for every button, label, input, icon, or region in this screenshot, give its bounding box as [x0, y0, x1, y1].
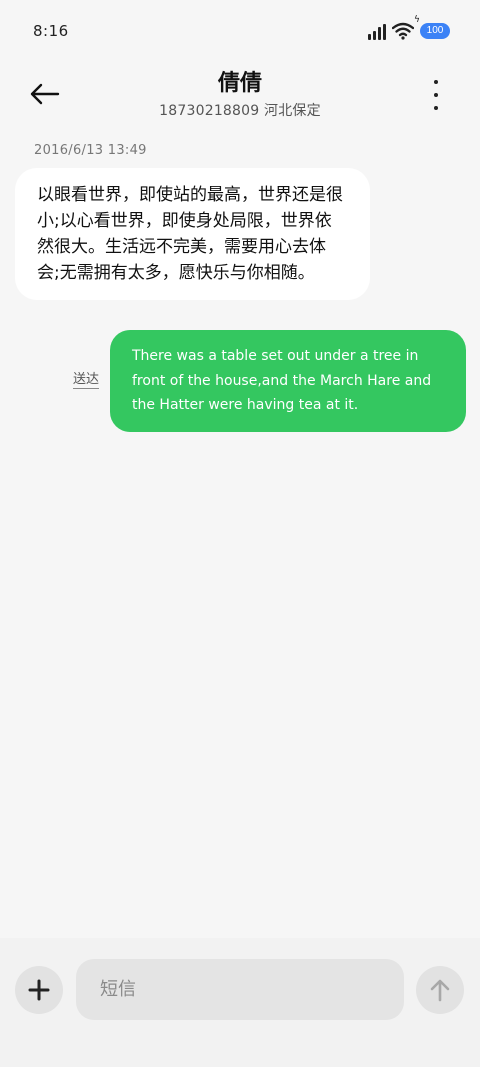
back-button[interactable] [28, 76, 68, 112]
status-time: 8:16 [33, 22, 69, 40]
outgoing-message-bubble[interactable]: There was a table set out under a tree i… [110, 330, 466, 432]
signal-icon [368, 22, 386, 40]
message-timestamp: 2016/6/13 13:49 [34, 143, 147, 158]
more-vertical-icon [434, 80, 438, 84]
sms-input[interactable]: 短信 [76, 959, 404, 1020]
compose-bar: 短信 [0, 938, 480, 1067]
status-icons: ϟ 100 [368, 15, 450, 40]
battery-icon: ϟ 100 [414, 15, 450, 39]
back-arrow-icon [30, 83, 60, 105]
plus-icon [28, 979, 50, 1001]
contact-name: 倩倩 [217, 71, 262, 96]
battery-level: 100 [420, 23, 450, 39]
conversation-header: 倩倩 18730218809 河北保定 [0, 64, 480, 128]
status-bar: 8:16 ϟ 100 [0, 0, 480, 64]
contact-number-location: 18730218809 河北保定 [159, 103, 321, 119]
wifi-icon [392, 22, 414, 40]
send-arrow-icon [430, 979, 450, 1002]
more-options-button[interactable] [428, 80, 444, 110]
add-attachment-button[interactable] [15, 966, 63, 1014]
incoming-message-bubble[interactable]: 以眼看世界，即使站的最高，世界还是很小;以心看世界，即使身处局限，世界依然很大。… [15, 168, 370, 300]
delivery-status: 送达 [73, 372, 100, 389]
charging-bolt-icon: ϟ [414, 15, 420, 25]
sms-conversation-screen: 8:16 ϟ 100 倩倩 18730218809 河北保定 2016/6/13… [0, 0, 480, 1067]
contact-info[interactable]: 倩倩 18730218809 河北保定 [90, 70, 390, 120]
send-button[interactable] [416, 966, 464, 1014]
